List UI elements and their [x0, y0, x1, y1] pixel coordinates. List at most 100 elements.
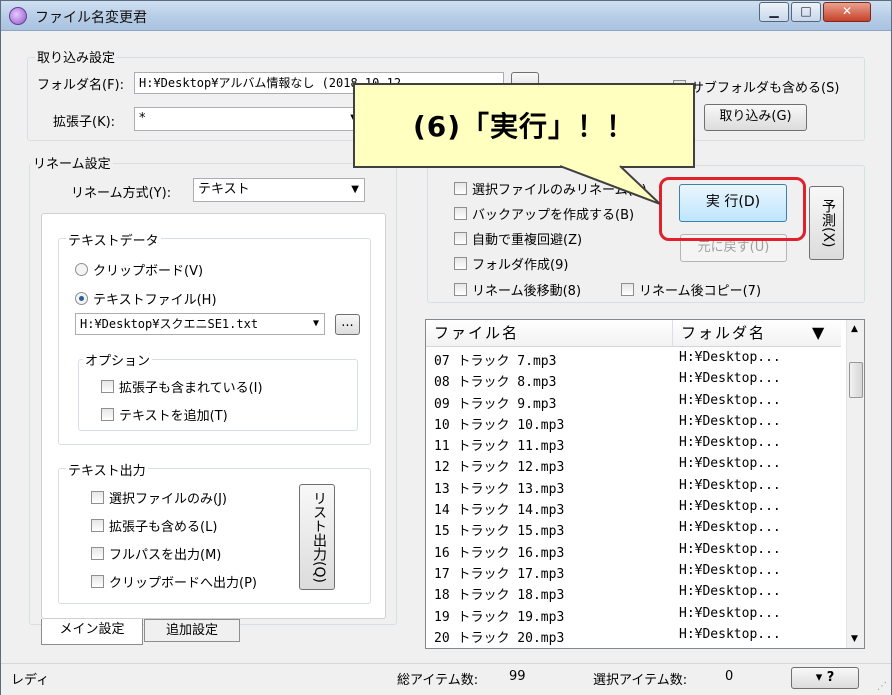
cell-filename: 12 トラック 12.mp3	[434, 460, 565, 476]
textfile-value: H:¥Desktop¥スクエニSE1.txt	[80, 317, 259, 331]
total-items-value: 99	[509, 669, 526, 684]
opt-append-checkbox[interactable]: テキストを追加(T)	[101, 405, 228, 424]
textfile-combo[interactable]: H:¥Desktop¥スクエニSE1.txt ▼	[75, 313, 325, 335]
textfile-radio[interactable]: テキストファイル(H)	[75, 289, 217, 308]
file-list[interactable]: ファイル名 フォルダ名 ▼ 07 トラック 7.mp3 H:¥Desktop...…	[425, 319, 865, 649]
folder-label: フォルダ名(F):	[37, 78, 125, 93]
app-icon	[9, 7, 27, 25]
cell-folder: H:¥Desktop...	[679, 392, 781, 408]
cell-folder: H:¥Desktop...	[679, 520, 781, 536]
selected-items-label: 選択アイテム数:	[593, 673, 688, 688]
cell-filename: 08 トラック 8.mp3	[434, 375, 557, 391]
cell-folder: H:¥Desktop...	[679, 499, 781, 515]
table-row[interactable]: 17 トラック 17.mp3 H:¥Desktop...	[426, 561, 841, 582]
table-row[interactable]: 20 トラック 20.mp3 H:¥Desktop...	[426, 625, 841, 646]
out-ext-checkbox[interactable]: 拡張子も含める(L)	[91, 516, 217, 535]
list-output-button[interactable]: リスト出力(Q)	[299, 484, 335, 590]
subfolder-checkbox[interactable]: サブフォルダも含める(S)	[673, 77, 839, 96]
file-list-scrollbar[interactable]: ▲ ▼	[846, 320, 864, 648]
table-row[interactable]: 13 トラック 13.mp3 H:¥Desktop...	[426, 476, 841, 497]
cell-filename: 15 トラック 15.mp3	[434, 524, 565, 540]
move-after-label: リネーム後移動(8)	[472, 284, 582, 299]
checkbox-box	[454, 207, 467, 220]
opt-extension-checkbox[interactable]: 拡張子も含まれている(I)	[101, 377, 263, 396]
text-output-label: テキスト出力	[66, 460, 148, 479]
scroll-thumb[interactable]	[849, 362, 863, 398]
out-fullpath-label: フルパスを出力(M)	[109, 548, 222, 563]
table-row[interactable]: 19 トラック 19.mp3 H:¥Desktop...	[426, 604, 841, 625]
tab-extra-settings[interactable]: 追加設定	[144, 619, 240, 642]
clipboard-radio[interactable]: クリップボード(V)	[75, 260, 203, 279]
table-row[interactable]: 11 トラック 11.mp3 H:¥Desktop...	[426, 433, 841, 454]
cell-folder: H:¥Desktop...	[679, 584, 781, 600]
table-row[interactable]: 08 トラック 8.mp3 H:¥Desktop...	[426, 369, 841, 390]
cell-filename: 16 トラック 16.mp3	[434, 545, 565, 561]
scroll-up-icon[interactable]: ▲	[851, 324, 858, 334]
move-after-checkbox[interactable]: リネーム後移動(8)	[454, 280, 581, 299]
extension-combo[interactable]: * ▼	[134, 107, 364, 131]
checkbox-box	[91, 519, 104, 532]
resize-grip-icon[interactable]: ⋰	[877, 681, 887, 692]
table-row[interactable]: 10 トラック 10.mp3 H:¥Desktop...	[426, 412, 841, 433]
auto-dup-checkbox[interactable]: 自動で重複回避(Z)	[454, 229, 582, 248]
table-row[interactable]: 18 トラック 18.mp3 H:¥Desktop...	[426, 582, 841, 603]
close-button[interactable]: ✕	[823, 2, 871, 22]
extension-label: 拡張子(K):	[53, 115, 116, 130]
help-dropdown-button[interactable]: ▾ ?	[791, 667, 859, 689]
tab-main-settings[interactable]: メイン設定	[41, 619, 143, 645]
rename-method-label: リネーム方式(Y):	[71, 186, 172, 201]
cell-folder: H:¥Desktop...	[679, 413, 781, 429]
out-fullpath-checkbox[interactable]: フルパスを出力(M)	[91, 544, 221, 563]
column-header-filename[interactable]: ファイル名	[426, 320, 673, 346]
minimize-button[interactable]: ▁	[759, 2, 789, 22]
checkbox-box	[454, 232, 467, 245]
scroll-down-icon[interactable]: ▼	[851, 634, 858, 644]
window-title: ファイル名変更君	[35, 10, 147, 26]
out-selected-checkbox[interactable]: 選択ファイルのみ(J)	[91, 488, 227, 507]
table-row[interactable]: 15 トラック 15.mp3 H:¥Desktop...	[426, 518, 841, 539]
cell-filename: 09 トラック 9.mp3	[434, 396, 557, 412]
auto-dup-label: 自動で重複回避(Z)	[472, 233, 583, 248]
cell-folder: H:¥Desktop...	[679, 371, 781, 387]
table-row[interactable]: 14 トラック 14.mp3 H:¥Desktop...	[426, 497, 841, 518]
checkbox-box	[454, 182, 467, 195]
out-selected-label: 選択ファイルのみ(J)	[109, 492, 227, 507]
checkbox-box	[91, 491, 104, 504]
checkbox-box	[101, 408, 114, 421]
callout-text: (6)「実行」！！	[412, 110, 636, 143]
import-button[interactable]: 取り込み(G)	[704, 104, 807, 131]
table-row[interactable]: 12 トラック 12.mp3 H:¥Desktop...	[426, 454, 841, 475]
callout-pointer	[560, 165, 661, 205]
preview-button[interactable]: 予測(X)	[809, 186, 844, 260]
checkbox-box	[621, 283, 634, 296]
cell-filename: 19 トラック 19.mp3	[434, 609, 565, 625]
cell-filename: 07 トラック 7.mp3	[434, 354, 557, 369]
sort-arrow-icon[interactable]: ▼	[804, 320, 834, 346]
table-row[interactable]: 16 トラック 16.mp3 H:¥Desktop...	[426, 540, 841, 561]
maximize-button[interactable]: □	[791, 2, 821, 22]
rename-method-combo[interactable]: テキスト ▼	[193, 178, 365, 202]
cell-folder: H:¥Desktop...	[679, 541, 781, 557]
clipboard-label: クリップボード(V)	[93, 264, 204, 279]
title-bar[interactable]: ファイル名変更君 ▁ □ ✕	[1, 1, 891, 31]
cell-folder: H:¥Desktop...	[679, 435, 781, 451]
textfile-browse-button[interactable]: ...	[335, 314, 360, 335]
out-clipboard-checkbox[interactable]: クリップボードへ出力(P)	[91, 572, 257, 591]
cell-filename: 10 トラック 10.mp3	[434, 417, 565, 433]
run-button-highlight	[659, 177, 806, 241]
import-settings-label: 取り込み設定	[35, 47, 118, 66]
chevron-down-icon: ▼	[351, 184, 359, 195]
table-row[interactable]: 09 トラック 9.mp3 H:¥Desktop...	[426, 391, 841, 412]
checkbox-box	[91, 575, 104, 588]
checkbox-box	[454, 257, 467, 270]
cell-filename: 14 トラック 14.mp3	[434, 503, 565, 519]
text-data-label: テキストデータ	[66, 230, 161, 249]
create-folder-checkbox[interactable]: フォルダ作成(9)	[454, 254, 568, 273]
copy-after-checkbox[interactable]: リネーム後コピー(7)	[621, 280, 761, 299]
cell-filename: 20 トラック 20.mp3	[434, 630, 565, 646]
cell-folder: H:¥Desktop...	[679, 626, 781, 642]
table-row[interactable]: 07 トラック 7.mp3 H:¥Desktop...	[426, 348, 841, 369]
total-items-label: 総アイテム数:	[397, 673, 479, 688]
callout-box: (6)「実行」！！	[353, 83, 695, 168]
status-ready: レディ	[11, 673, 50, 688]
